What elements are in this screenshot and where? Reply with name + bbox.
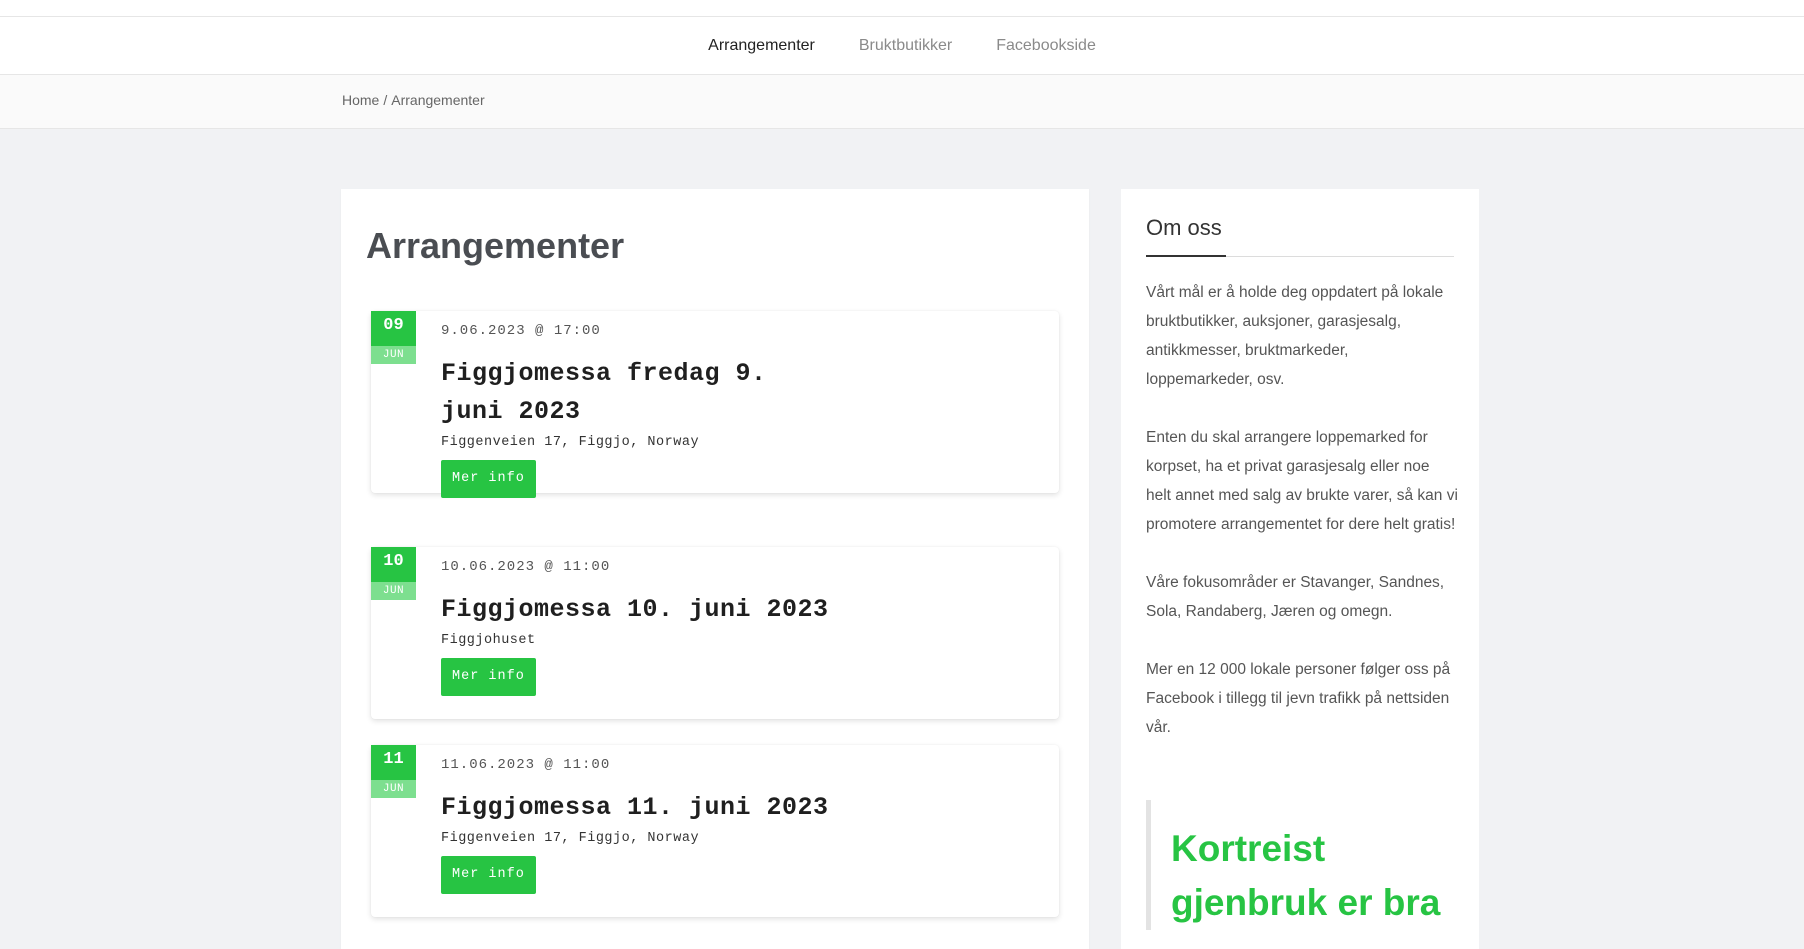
sidebar-paragraph: Enten du skal arrangere loppemarked for … (1146, 429, 1458, 533)
nav-item-bruktbutikker[interactable]: Bruktbutikker (859, 37, 952, 55)
quote-text: Kortreist gjenbruk er bra (1171, 828, 1441, 923)
page-title: Arrangementer (366, 225, 625, 266)
event-datetime: 9.06.2023 @ 17:00 (441, 323, 601, 339)
sidebar-paragraph: Våre fokusområder er Stavanger, Sandnes,… (1146, 574, 1445, 620)
sidebar-title: Om oss (1146, 215, 1222, 240)
breadcrumb-bar: Home / Arrangementer (0, 75, 1804, 129)
date-day: 09 (371, 311, 416, 346)
date-month: JUN (371, 780, 416, 798)
event-location: Figgenveien 17, Figgjo, Norway (441, 831, 700, 846)
nav-item-arrangementer[interactable]: Arrangementer (708, 37, 815, 55)
nav-item-facebookside[interactable]: Facebookside (996, 37, 1096, 55)
sidebar-paragraph: Vårt mål er å holde deg oppdatert på lok… (1146, 284, 1444, 388)
breadcrumb-separator: / (383, 92, 388, 108)
date-badge: 10 JUN (371, 547, 416, 600)
event-card: 09 JUN 9.06.2023 @ 17:00 Figgjomessa fre… (371, 311, 1059, 498)
event-datetime: 10.06.2023 @ 11:00 (441, 559, 611, 575)
breadcrumb-current: Arrangementer (391, 92, 485, 108)
date-badge: 09 JUN (371, 311, 416, 364)
event-location: Figgenveien 17, Figgjo, Norway (441, 435, 700, 450)
event-location: Figgjohuset (441, 633, 536, 648)
events-panel: Arrangementer 09 JUN 9.06.2023 @ 17:00 F… (341, 189, 1089, 949)
more-info-button[interactable]: Mer info (441, 856, 536, 894)
top-strip (0, 0, 1804, 17)
event-datetime: 11.06.2023 @ 11:00 (441, 757, 611, 773)
date-month: JUN (371, 582, 416, 600)
date-day: 10 (371, 547, 416, 582)
more-info-button[interactable]: Mer info (441, 460, 536, 498)
event-card: 11 JUN 11.06.2023 @ 11:00 Figgjomessa 11… (371, 745, 1059, 917)
main-nav: Arrangementer Bruktbutikker Facebookside (0, 17, 1804, 75)
date-badge: 11 JUN (371, 745, 416, 798)
more-info-button[interactable]: Mer info (441, 658, 536, 696)
about-sidebar: Om oss Vårt mål er å holde deg oppdatert… (1121, 189, 1479, 949)
breadcrumb-home-link[interactable]: Home (342, 92, 379, 108)
event-title[interactable]: Figgjomessa 11. juni 2023 (441, 789, 1041, 827)
event-card: 10 JUN 10.06.2023 @ 11:00 Figgjomessa 10… (371, 547, 1059, 719)
sidebar-quote: Kortreist gjenbruk er bra (1146, 800, 1471, 930)
event-title[interactable]: Figgjomessa 10. juni 2023 (441, 591, 1041, 629)
sidebar-text: Vårt mål er å holde deg oppdatert på lok… (1146, 278, 1458, 771)
sidebar-paragraph: Mer en 12 000 lokale personer følger oss… (1146, 661, 1451, 736)
date-day: 11 (371, 745, 416, 780)
breadcrumb: Home / Arrangementer (342, 92, 485, 108)
sidebar-divider-accent (1146, 255, 1226, 257)
event-title[interactable]: Figgjomessa fredag 9. juni 2023 (441, 355, 781, 431)
date-month: JUN (371, 346, 416, 364)
